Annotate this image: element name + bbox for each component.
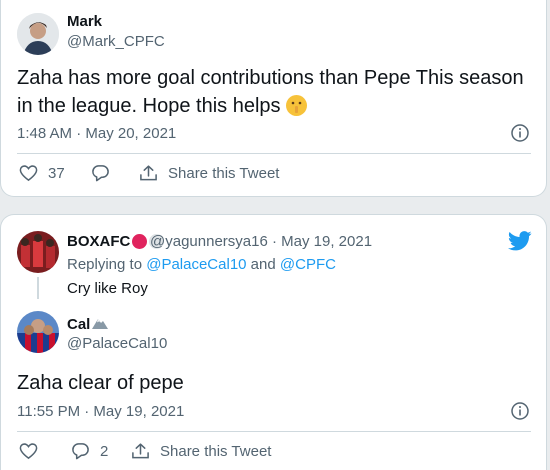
tweet-card-cal: BOXAFC @yagunnersya16 · May 19, 2021 Rep… (0, 214, 547, 470)
twitter-bird-icon[interactable] (507, 231, 532, 256)
red-dot-emoji-icon (132, 234, 148, 249)
share-button[interactable]: Share this Tweet (131, 442, 271, 460)
mention-cpfc[interactable]: @CPFC (280, 256, 336, 273)
tweet-timestamp[interactable]: 11:55 PM · May 19, 2021 (17, 403, 184, 420)
tweet-author-name[interactable]: Cal (67, 315, 109, 333)
parent-author-handle[interactable]: @yagunnersya16 (150, 233, 268, 250)
like-button[interactable] (19, 442, 38, 460)
reply-icon (72, 443, 89, 460)
heart-icon (19, 443, 38, 460)
avatar-cal[interactable] (17, 311, 59, 353)
tweet-card-mark: Mark @Mark_CPFC Zaha has more goal contr… (0, 0, 547, 197)
parent-meta: @yagunnersya16 · May 19, 2021 (150, 233, 373, 250)
reply-button[interactable]: 2 (71, 442, 108, 460)
reply-icon (92, 165, 109, 182)
reply-button[interactable] (91, 164, 110, 182)
info-icon[interactable] (511, 402, 529, 425)
avatar-boxafc[interactable] (17, 231, 59, 273)
avatar-mark[interactable] (17, 13, 59, 55)
heart-icon (19, 165, 38, 182)
mention-palacecal10[interactable]: @PalaceCal10 (146, 256, 246, 273)
tweet-timestamp[interactable]: 1:48 AM · May 20, 2021 (17, 125, 176, 142)
thread-line (37, 277, 39, 299)
parent-date[interactable]: May 19, 2021 (281, 233, 372, 250)
tweet-author-handle[interactable]: @PalaceCal10 (67, 335, 167, 352)
reply-count: 2 (100, 442, 109, 460)
shushing-face-emoji-icon (286, 95, 308, 116)
divider (17, 153, 531, 154)
share-icon (132, 443, 149, 459)
mountain-emoji-icon (92, 315, 109, 333)
share-icon (140, 165, 157, 181)
share-label: Share this Tweet (160, 442, 272, 460)
like-count: 37 (48, 164, 65, 182)
replying-to: Replying to @PalaceCal10 and @CPFC (67, 256, 336, 273)
tweet-author-name[interactable]: Mark (67, 13, 102, 30)
divider (17, 431, 531, 432)
tweet-text: Zaha has more goal contributions than Pe… (17, 67, 524, 117)
parent-tweet-text: Cry like Roy (67, 280, 148, 297)
share-button[interactable]: Share this Tweet (139, 164, 279, 182)
tweet-author-handle[interactable]: @Mark_CPFC (67, 33, 165, 50)
tweet-text: Zaha clear of pepe (17, 372, 184, 394)
like-button[interactable]: 37 (19, 164, 65, 182)
share-label: Share this Tweet (168, 164, 280, 182)
info-icon[interactable] (511, 124, 529, 147)
